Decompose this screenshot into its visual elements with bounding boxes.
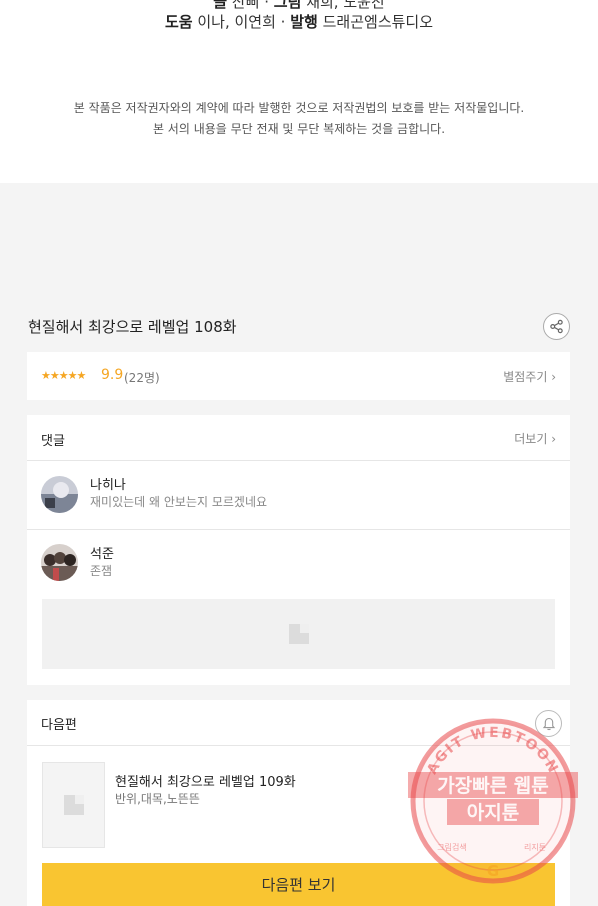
copyright-notice-2: 본 서의 내용을 무단 전재 및 무단 복제하는 것을 금합니다. xyxy=(152,122,446,136)
credit-role-writer: 글 xyxy=(213,0,228,11)
next-episode-card: 다음편 현질해서 최강으로 레벨업 109화 반위,대목,노뜬뜬 다음편 보기 xyxy=(27,700,570,906)
rating-stars: ★★★★★ xyxy=(41,369,86,382)
next-episode-thumbnail[interactable] xyxy=(42,762,105,848)
episode-title: 현질해서 최강으로 레벨업 108화 xyxy=(28,318,237,336)
avatar xyxy=(41,476,78,513)
comment-author: 석준 xyxy=(90,547,114,562)
comments-card: 댓글 더보기 › 나히나 재미있는데 왜 안보는지 모르겠네요 석준 존잼 xyxy=(27,415,570,685)
credit-role-publisher: 발행 xyxy=(290,13,318,31)
notify-button[interactable] xyxy=(535,710,562,737)
credits-line: 도움 이나, 이연희 · 발행 드래곤엠스튜디오 xyxy=(0,11,598,32)
next-episode-label: 다음편 xyxy=(41,718,77,733)
next-episode-button[interactable]: 다음편 보기 xyxy=(42,863,555,906)
share-button[interactable] xyxy=(543,313,570,340)
next-episode-tags: 반위,대목,노뜬뜬 xyxy=(115,792,200,806)
credit-role-assist: 도움 xyxy=(164,13,193,31)
credit-separator: · xyxy=(280,13,286,31)
rating-score: 9.9 xyxy=(101,367,124,383)
divider xyxy=(27,529,570,530)
image-placeholder-icon xyxy=(288,624,309,644)
rating-card: ★★★★★ 9.9 (22명) 별점주기 › xyxy=(27,352,570,400)
credit-publisher: 드래곤엠스튜디오 xyxy=(322,13,434,31)
credit-role-art: 그림 xyxy=(273,0,302,11)
next-episode-title[interactable]: 현질해서 최강으로 레벨업 109화 xyxy=(115,771,296,790)
credit-writer: 산삐 xyxy=(231,0,260,11)
copyright-notice-1: 본 작품은 저작권자와의 계약에 따라 발행한 것으로 저작권법의 보호를 받는… xyxy=(73,101,525,115)
divider xyxy=(27,460,570,461)
share-icon xyxy=(550,319,563,334)
comment-text: 존잼 xyxy=(90,564,113,578)
comments-label: 댓글 xyxy=(41,434,65,449)
bell-icon xyxy=(542,717,555,730)
credit-assist: 이나, 이연희 xyxy=(197,13,276,31)
rate-link[interactable]: 별점주기 › xyxy=(503,368,556,385)
image-placeholder-icon xyxy=(63,795,84,815)
rating-count: (22명) xyxy=(124,371,160,385)
comment-text: 재미있는데 왜 안보는지 모르겠네요 xyxy=(90,495,268,509)
avatar xyxy=(41,544,78,581)
divider xyxy=(27,745,570,746)
comments-more-link[interactable]: 더보기 › xyxy=(514,430,556,447)
comment-author: 나히나 xyxy=(90,478,126,493)
credit-separator: · xyxy=(264,0,270,11)
ad-placeholder[interactable] xyxy=(42,599,555,669)
credits-section: 글 산삐 · 그림 채희, 도윤진 도움 이나, 이연희 · 발행 드래곤엠스튜… xyxy=(0,0,598,183)
credit-art: 채희, 도윤진 xyxy=(306,0,385,11)
